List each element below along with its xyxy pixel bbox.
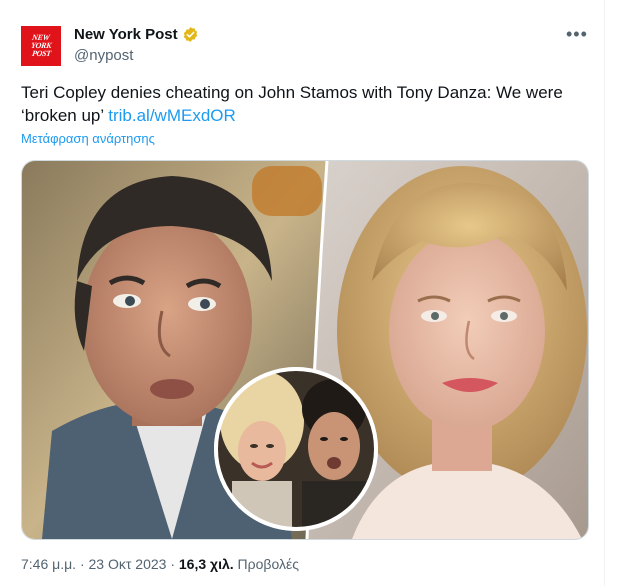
tweet-media-image[interactable] (21, 160, 589, 540)
verified-badge-icon (183, 27, 197, 42)
views-label: Προβολές (237, 556, 299, 572)
meta-separator-2: · (170, 556, 175, 572)
avatar[interactable]: NEW YORK POST (21, 26, 61, 66)
tweet-card[interactable]: NEW YORK POST New York Post @nypost ••• … (0, 0, 605, 586)
tweet-time[interactable]: 7:46 μ.μ. (21, 556, 76, 572)
media-illustration (22, 161, 588, 539)
tweet-text: Teri Copley denies cheating on John Stam… (21, 81, 581, 127)
tweet-body-text: Teri Copley denies cheating on John Stam… (21, 83, 563, 125)
tweet-link[interactable]: trib.al/wMExdOR (108, 106, 236, 125)
translate-post-link[interactable]: Μετάφραση ανάρτησης (21, 131, 155, 146)
more-options-icon[interactable]: ••• (566, 24, 588, 45)
avatar-line-3: POST (31, 49, 52, 58)
author-name-row[interactable]: New York Post (74, 26, 199, 43)
author-handle[interactable]: @nypost (74, 47, 133, 64)
display-name[interactable]: New York Post (74, 26, 178, 43)
meta-separator: · (79, 556, 85, 572)
tweet-meta: 7:46 μ.μ. · 23 Οκτ 2023 · 16,3 χιλ. Προβ… (21, 556, 299, 572)
tweet-date[interactable]: 23 Οκτ 2023 (89, 556, 167, 572)
views-count[interactable]: 16,3 χιλ. (179, 556, 234, 572)
